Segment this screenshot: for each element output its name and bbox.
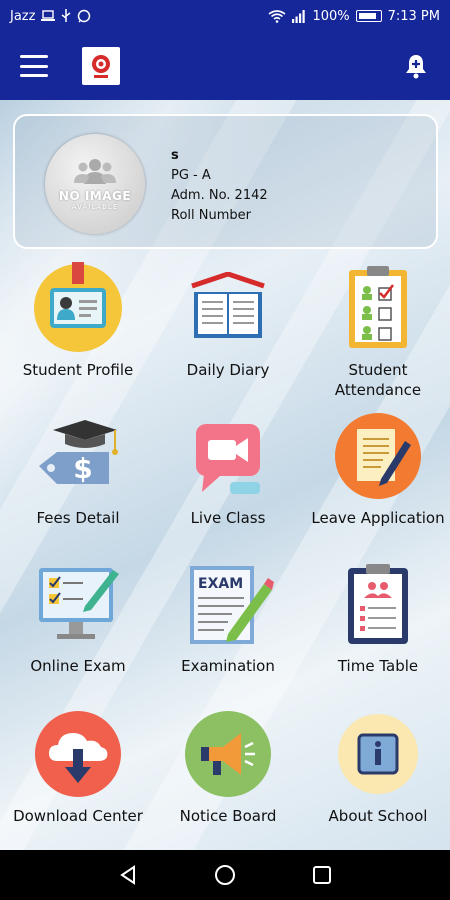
laptop-icon xyxy=(41,10,56,21)
no-image-text: NO IMAGE xyxy=(58,189,132,203)
open-book-icon xyxy=(191,272,265,338)
menu-label: Leave Application xyxy=(311,509,445,527)
menu-student-profile[interactable]: Student Profile xyxy=(3,262,153,380)
menu-label: Student Profile xyxy=(22,361,134,379)
menu-student-attendance[interactable]: Student Attendance xyxy=(303,262,450,400)
profile-card[interactable]: NO IMAGE AVAILABLE s PG - A Adm. No. 214… xyxy=(13,114,438,249)
user-group-icon xyxy=(74,159,116,184)
menu-examination[interactable]: EXAM Examination xyxy=(153,558,303,676)
menu-label: Examination xyxy=(181,657,275,675)
menu-label: About School xyxy=(328,807,428,825)
student-name: s xyxy=(171,148,179,163)
battery-icon xyxy=(355,10,382,22)
timetable-clipboard-icon xyxy=(348,564,408,644)
svg-text:EXAM: EXAM xyxy=(198,576,243,592)
exam-paper-icon: EXAM xyxy=(190,566,274,644)
bell-icon[interactable] xyxy=(402,52,430,80)
menu-label: Online Exam xyxy=(30,657,126,675)
avatar: NO IMAGE AVAILABLE xyxy=(45,134,145,234)
cloud-download-icon xyxy=(35,711,121,797)
whatsapp-icon xyxy=(78,9,91,23)
clock-time: 7:13 PM xyxy=(387,8,440,24)
fees-tag-icon: $ xyxy=(39,420,118,485)
menu-fees-detail[interactable]: $ Fees Detail xyxy=(3,410,153,528)
hamburger-menu-icon[interactable] xyxy=(20,55,48,77)
admission-number: Adm. No. 2142 xyxy=(171,188,268,203)
dashboard-content: NO IMAGE AVAILABLE s PG - A Adm. No. 214… xyxy=(0,100,450,850)
menu-label: Student Attendance xyxy=(334,361,422,399)
menu-label: Daily Diary xyxy=(186,361,270,379)
info-icon xyxy=(338,714,418,794)
megaphone-icon xyxy=(185,711,271,797)
profile-info: s PG - A Adm. No. 2142 Roll Number xyxy=(171,146,268,226)
menu-time-table[interactable]: Time Table xyxy=(303,558,450,676)
svg-text:$: $ xyxy=(73,452,92,485)
signal-icon xyxy=(292,9,306,23)
school-logo-icon xyxy=(82,47,120,85)
menu-label: Live Class xyxy=(190,509,266,527)
wifi-icon xyxy=(268,9,286,23)
back-icon[interactable] xyxy=(115,862,141,888)
monitor-checklist-icon xyxy=(39,568,119,639)
menu-label: Notice Board xyxy=(179,807,277,825)
status-bar: Jazz 100% 7:13 PM xyxy=(0,0,450,32)
menu-label: Fees Detail xyxy=(36,509,120,527)
home-icon[interactable] xyxy=(212,862,238,888)
menu-leave-application[interactable]: Leave Application xyxy=(303,410,450,528)
menu-label: Time Table xyxy=(337,657,419,675)
battery-percent: 100% xyxy=(312,8,350,24)
menu-daily-diary[interactable]: Daily Diary xyxy=(153,262,303,380)
menu-notice-board[interactable]: Notice Board xyxy=(153,708,303,826)
menu-about-school[interactable]: About School xyxy=(303,708,450,826)
menu-live-class[interactable]: Live Class xyxy=(153,410,303,528)
class-section: PG - A xyxy=(171,168,211,183)
system-nav-bar xyxy=(0,850,450,900)
attendance-clipboard-icon xyxy=(349,266,407,348)
usb-icon xyxy=(62,9,71,22)
menu-download-center[interactable]: Download Center xyxy=(3,708,153,826)
menu-online-exam[interactable]: Online Exam xyxy=(3,558,153,676)
video-camera-icon xyxy=(196,424,260,494)
menu-label: Download Center xyxy=(13,807,143,825)
pen-notepad-icon xyxy=(335,413,421,499)
carrier-name: Jazz xyxy=(10,8,36,24)
available-text: AVAILABLE xyxy=(71,203,119,211)
roll-number: Roll Number xyxy=(171,208,251,223)
app-bar xyxy=(0,32,450,100)
id-card-icon xyxy=(34,262,122,352)
recents-icon[interactable] xyxy=(309,862,335,888)
